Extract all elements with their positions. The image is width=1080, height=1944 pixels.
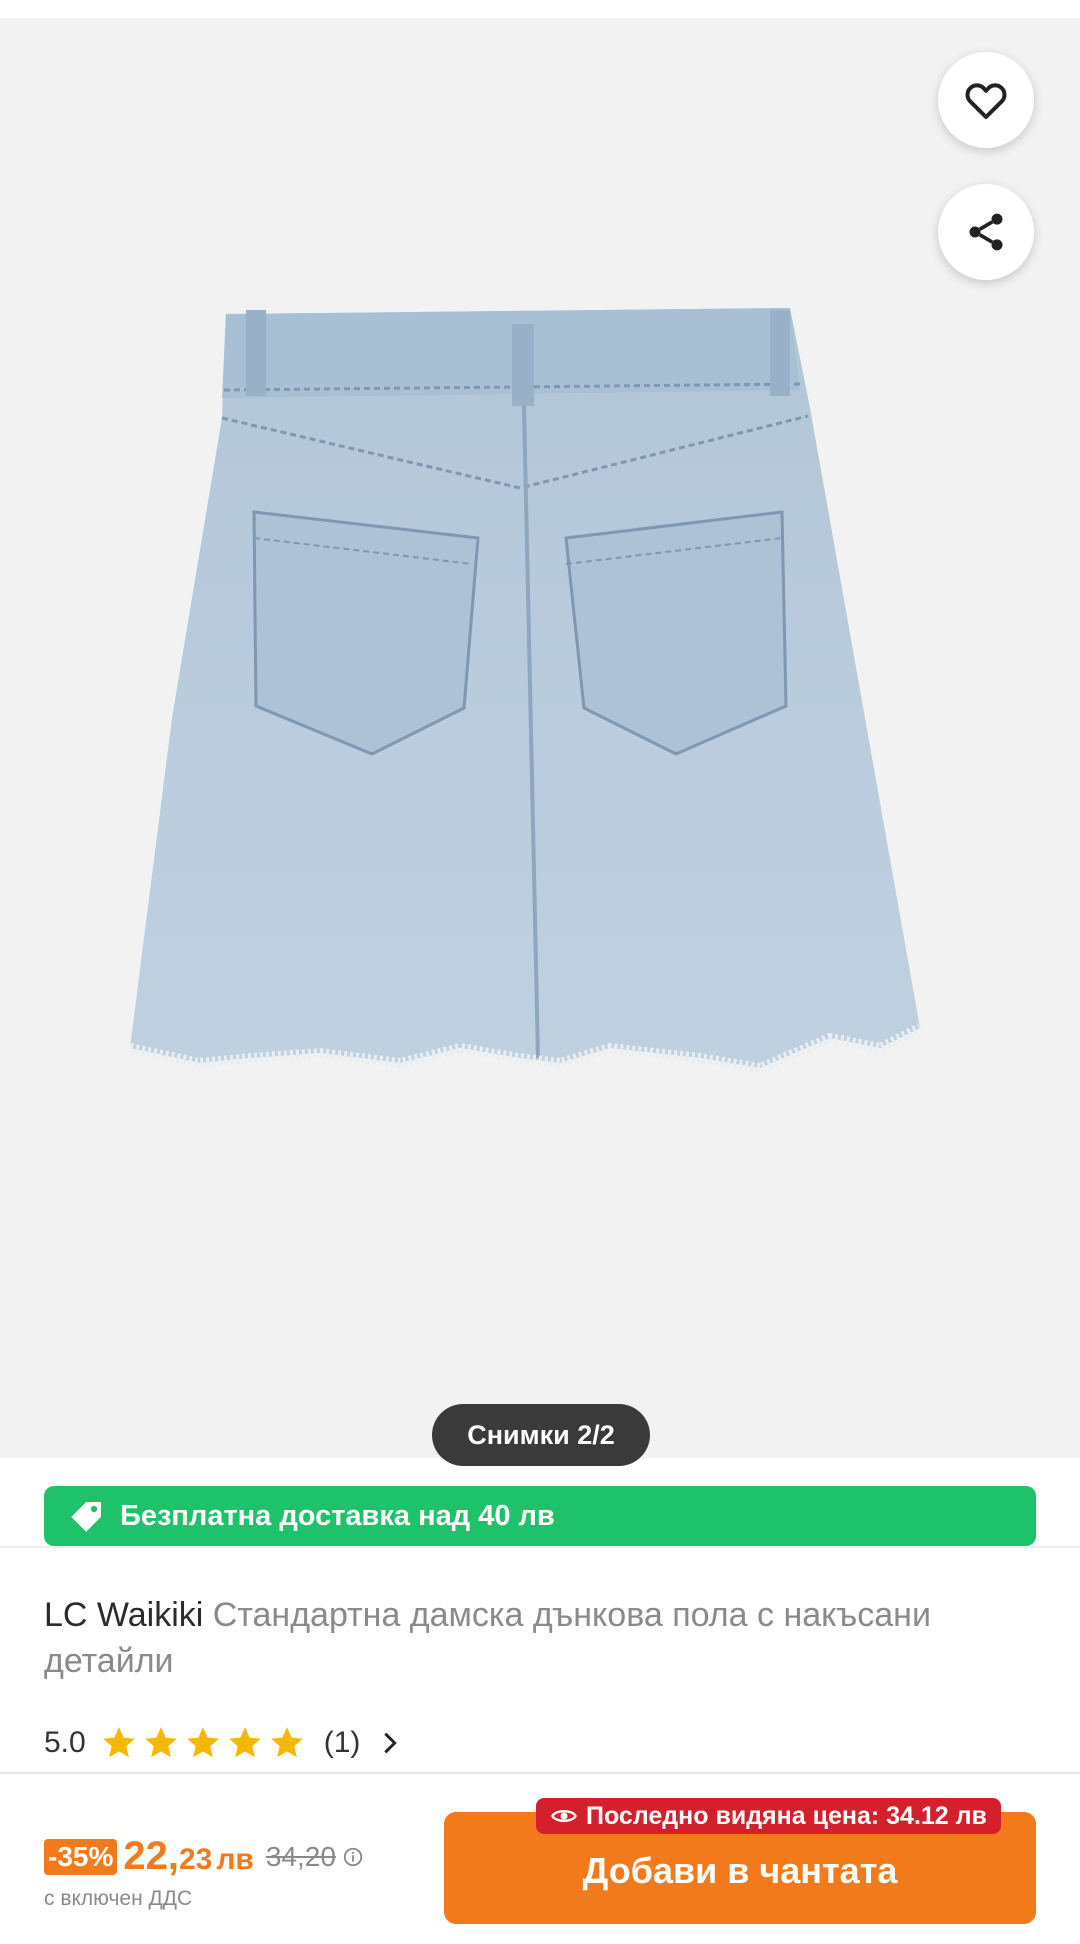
rating-summary[interactable]: 5.0 (1) — [44, 1718, 404, 1768]
divider — [0, 1546, 1080, 1548]
product-photo[interactable] — [0, 18, 1080, 1458]
star-icon — [228, 1727, 261, 1758]
share-icon — [969, 213, 1003, 251]
eye-icon — [551, 1810, 577, 1822]
star-icon — [270, 1727, 303, 1758]
vat-note: с включен ДДС — [44, 1887, 193, 1910]
discount-badge: -35% — [44, 1838, 118, 1875]
price-integer: 22, — [123, 1834, 179, 1878]
heart-outline-icon — [965, 83, 1007, 119]
last-seen-price-text: Последно видяна цена: 34.12 лв — [586, 1801, 987, 1830]
product-image-gallery[interactable] — [0, 0, 1080, 1458]
product-title: LC Waikiki Стандартна дамска дънкова пол… — [44, 1592, 1024, 1684]
rating-stars — [100, 1724, 306, 1762]
current-price: 22,23 лв — [123, 1834, 253, 1879]
favorite-button[interactable] — [938, 52, 1034, 148]
last-seen-price-badge: Последно видяна цена: 34.12 лв — [536, 1798, 1001, 1834]
old-price: 34,20 — [265, 1840, 336, 1872]
photo-counter: Снимки 2/2 — [432, 1404, 650, 1466]
price-block: -35% 22,23 лв 34,20 с включен ДДС — [44, 1834, 434, 1911]
brand-name[interactable]: LC Waikiki — [44, 1596, 203, 1634]
chevron-right-icon — [384, 1732, 398, 1754]
free-delivery-banner: Безплатна доставка над 40 лв — [44, 1486, 1036, 1546]
share-button[interactable] — [938, 184, 1034, 280]
tag-icon — [71, 1502, 101, 1532]
rating-value: 5.0 — [44, 1726, 86, 1759]
price-currency: лв — [216, 1843, 254, 1876]
star-icon — [144, 1727, 177, 1758]
info-icon[interactable] — [342, 1846, 364, 1868]
price-decimal: 23 — [178, 1843, 213, 1876]
rating-count: (1) — [323, 1726, 361, 1759]
star-icon — [186, 1727, 219, 1758]
free-delivery-label: Безплатна доставка над 40 лв — [120, 1499, 555, 1532]
star-icon — [102, 1727, 135, 1758]
